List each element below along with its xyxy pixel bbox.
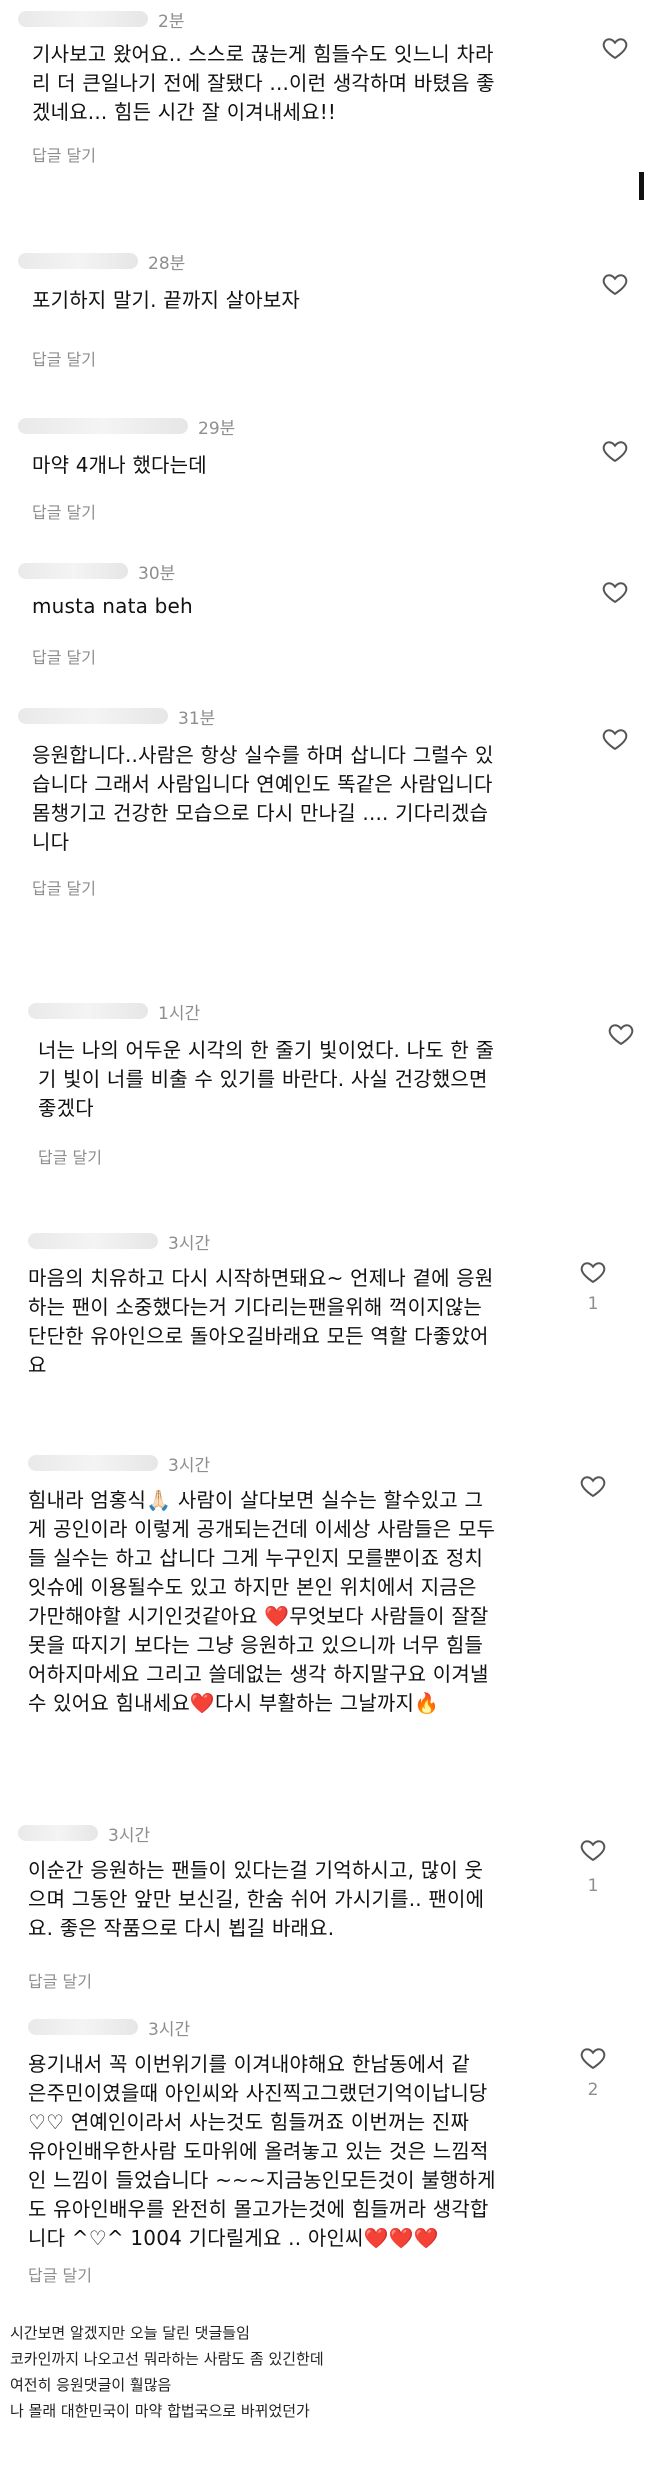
comment-text: 마음의 치유하고 다시 시작하면돼요~ 언제나 곁에 응원 하는 팬이 소중했다… — [28, 1266, 494, 1377]
heart-outline-icon[interactable] — [606, 1020, 636, 1048]
blurred-username — [28, 1003, 148, 1019]
comment-time: 3시간 — [108, 1825, 151, 1846]
comment-text: 힘내라 엄홍식🙏🏻 사람이 살다보면 실수는 할수있고 그 게 공인이라 이렇게… — [28, 1488, 496, 1715]
reply-button[interactable]: 답글 달기 — [38, 1144, 102, 1168]
heart-outline-icon[interactable] — [600, 437, 630, 465]
reply-button[interactable]: 답글 달기 — [32, 644, 96, 668]
comment-time: 1시간 — [158, 1003, 201, 1024]
comment-meta: 28분 — [18, 250, 186, 274]
reply-button[interactable]: 답글 달기 — [32, 346, 96, 370]
blurred-username — [28, 2019, 138, 2035]
comment-meta: 30분 — [18, 560, 176, 584]
like-count: 2 — [587, 2080, 599, 2100]
heart-outline-icon[interactable] — [600, 34, 630, 62]
comment-time: 29분 — [198, 418, 236, 439]
reply-button[interactable]: 답글 달기 — [28, 1968, 92, 1992]
caption-line: 여전히 응원댓글이 훨많음 — [10, 2376, 172, 2394]
comment-text: musta nata beh — [32, 594, 193, 618]
comment-text: 용기내서 꼭 이번위기를 이겨내야해요 한남동에서 같 은주민이였을때 아인씨와… — [28, 2052, 496, 2250]
comment-meta: 3시간 — [28, 1230, 211, 1254]
heart-outline-icon[interactable] — [600, 725, 630, 753]
blurred-username — [28, 1233, 158, 1249]
comment-meta: 2분 — [18, 8, 185, 32]
caption-line: 나 몰래 대한민국이 마약 합법국으로 바뀌었던가 — [10, 2402, 310, 2420]
heart-outline-icon[interactable] — [600, 578, 630, 606]
comment-text: 마약 4개나 했다는데 — [32, 453, 207, 477]
comment-meta: 3시간 — [18, 1822, 151, 1846]
heart-outline-icon[interactable] — [600, 270, 630, 298]
reply-button[interactable]: 답글 달기 — [28, 2262, 92, 2286]
comment-meta: 31분 — [18, 705, 216, 729]
blurred-username — [18, 418, 188, 434]
comment-time: 3시간 — [168, 1455, 211, 1476]
comment-text: 너는 나의 어두운 시각의 한 줄기 빛이었다. 나도 한 줄 기 빛이 너를 … — [38, 1038, 495, 1120]
comment-time: 3시간 — [168, 1233, 211, 1254]
comment-meta: 3시간 — [28, 1452, 211, 1476]
heart-outline-icon[interactable] — [578, 1836, 608, 1864]
like-count: 1 — [587, 1876, 599, 1896]
caption-line: 코카인까지 나오고선 뭐라하는 사람도 좀 있긴한데 — [10, 2350, 324, 2368]
heart-outline-icon[interactable] — [578, 1472, 608, 1500]
comment-meta: 29분 — [18, 415, 236, 439]
comment-time: 31분 — [178, 708, 216, 729]
blurred-username — [18, 708, 168, 724]
comment-text: 포기하지 말기. 끝까지 살아보자 — [32, 288, 301, 312]
heart-outline-icon[interactable] — [578, 1258, 608, 1286]
reply-button[interactable]: 답글 달기 — [32, 142, 96, 166]
heart-outline-icon[interactable] — [578, 2044, 608, 2072]
blurred-username — [18, 1825, 98, 1841]
blurred-username — [18, 253, 138, 269]
reply-button[interactable]: 답글 달기 — [32, 499, 96, 523]
comment-meta: 1시간 — [28, 1000, 201, 1024]
reply-button[interactable]: 답글 달기 — [32, 875, 96, 899]
caption: 시간보면 알겠지만 오늘 달린 댓글들임 코카인까지 나오고선 뭐라하는 사람도… — [10, 2320, 630, 2424]
blurred-username — [28, 1455, 158, 1471]
comment-time: 3시간 — [148, 2019, 191, 2040]
comment-text: 응원합니다..사람은 항상 실수를 하며 삽니다 그럴수 있 습니다 그래서 사… — [32, 743, 494, 854]
comment-time: 2분 — [158, 11, 185, 32]
comment-meta: 3시간 — [28, 2016, 191, 2040]
comment-text: 이순간 응원하는 팬들이 있다는걸 기억하시고, 많이 웃 으며 그동안 앞만 … — [28, 1858, 485, 1940]
blurred-username — [18, 11, 148, 27]
comment-time: 28분 — [148, 253, 186, 274]
scroll-indicator — [639, 172, 644, 200]
like-count: 1 — [587, 1294, 599, 1314]
comment-time: 30분 — [138, 563, 176, 584]
comment-text: 기사보고 왔어요.. 스스로 끊는게 힘들수도 잇느니 차라 리 더 큰일나기 … — [32, 42, 495, 124]
caption-line: 시간보면 알겠지만 오늘 달린 댓글들임 — [10, 2324, 250, 2342]
blurred-username — [18, 563, 128, 579]
